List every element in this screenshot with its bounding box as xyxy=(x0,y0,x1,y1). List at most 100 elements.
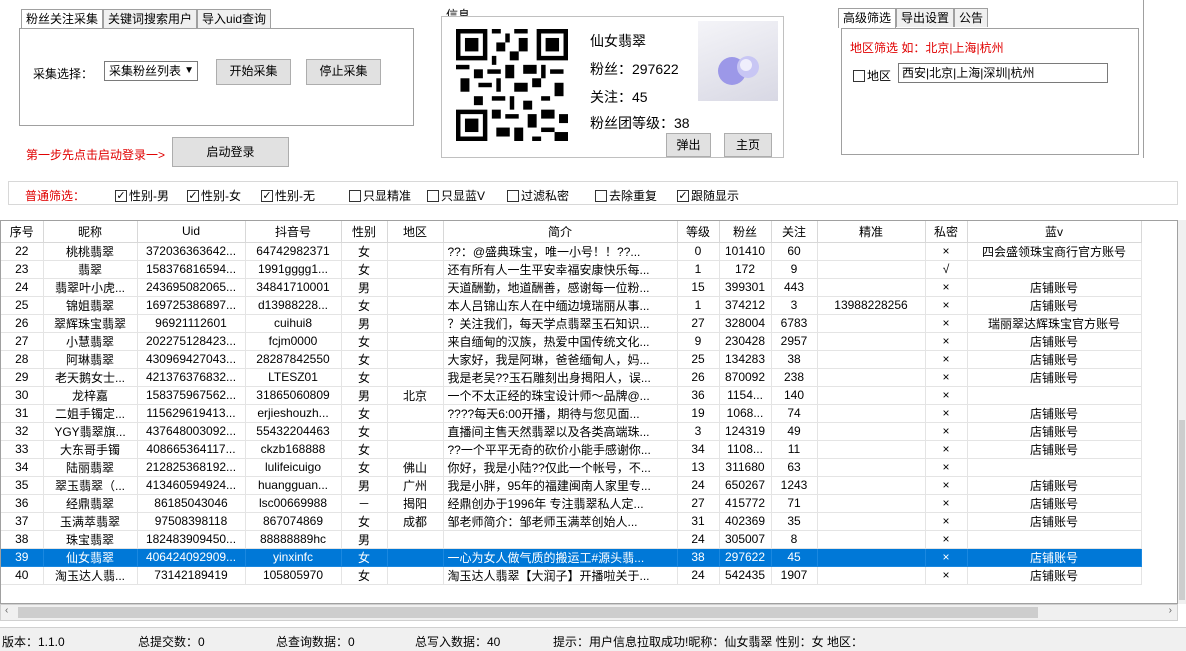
tab-keyword-search[interactable]: 关键词搜索用户 xyxy=(103,9,198,28)
tab-export-settings[interactable]: 导出设置 xyxy=(896,8,955,27)
filter-gender-female[interactable]: ✓ 性别-女 xyxy=(187,187,241,204)
column-header[interactable]: 蓝v xyxy=(967,221,1142,243)
table-cell: ckzb168888 xyxy=(245,440,342,459)
table-cell xyxy=(817,566,926,585)
table-row[interactable]: 37 玉满萃翡翠 97508398118 867074869 女成都 邹老师简介：邹老师玉… xyxy=(1,512,1142,531)
scroll-left-icon[interactable]: ‹ xyxy=(5,605,8,616)
table-cell: 男 xyxy=(341,476,388,495)
table-cell: 115629619413... xyxy=(137,404,246,423)
column-header[interactable]: 关注 xyxy=(771,221,818,243)
table-cell xyxy=(817,530,926,549)
tab-announcement[interactable]: 公告 xyxy=(954,8,989,27)
qr-code-icon xyxy=(456,29,568,141)
table-cell: 仙女翡翠 xyxy=(43,548,138,567)
table-cell: 店铺账号 xyxy=(967,368,1142,387)
table-row[interactable]: 27 小慧翡翠 202275128423... fcjm0000 女 来自缅甸的汉族，热爱… xyxy=(1,332,1142,351)
filter-precise-only[interactable]: 只显精准 xyxy=(349,187,411,204)
home-button[interactable]: 主页 xyxy=(724,133,772,157)
table-cell: 女 xyxy=(341,350,388,369)
table-cell: 38 xyxy=(1,530,44,549)
table-cell xyxy=(387,314,444,333)
start-collect-button[interactable]: 开始采集 xyxy=(216,59,291,85)
table-header: 序号 昵称 Uid 抖音号 性别 地区 简介 等级 粉丝 关注 精准 私密 蓝v xyxy=(1,221,1142,243)
table-cell: 31 xyxy=(1,404,44,423)
filter-follow-display[interactable]: ✓ 跟随显示 xyxy=(677,187,739,204)
tab-advanced-filter[interactable]: 高级筛选 xyxy=(838,8,897,28)
table-cell: 店铺账号 xyxy=(967,476,1142,495)
table-cell xyxy=(387,350,444,369)
table-cell xyxy=(443,530,678,549)
table-cell xyxy=(817,476,926,495)
stop-collect-button[interactable]: 停止采集 xyxy=(306,59,381,85)
region-input[interactable]: 西安|北京|上海|深圳|杭州 xyxy=(898,63,1108,83)
table-cell: × xyxy=(925,494,968,513)
table-row[interactable]: 30 龙梓嘉 158375967562... 31865060809 男北京 一个不太正经… xyxy=(1,386,1142,405)
table-row[interactable]: 34 陆丽翡翠 212825368192... lulifeicuigo 女佛山 你好，我… xyxy=(1,458,1142,477)
popup-button[interactable]: 弹出 xyxy=(666,133,711,157)
control-area: 粉丝关注采集 关键词搜索用户 导入uid查询 采集选择： 采集粉丝列表 ▼ 开始… xyxy=(0,0,1186,210)
scroll-right-icon[interactable]: › xyxy=(1169,605,1172,616)
column-header[interactable]: 昵称 xyxy=(43,221,138,243)
table-row[interactable]: 35 翠玉翡翠（... 413460594924... huangguan... 男广州… xyxy=(1,476,1142,495)
table-cell: cuihui8 xyxy=(245,314,342,333)
column-header[interactable]: 私密 xyxy=(925,221,968,243)
table-cell: 230428 xyxy=(719,332,772,351)
table-cell: 店铺账号 xyxy=(967,422,1142,441)
column-header[interactable]: Uid xyxy=(137,221,246,243)
tab-import-uid[interactable]: 导入uid查询 xyxy=(197,9,272,28)
column-header[interactable]: 等级 xyxy=(677,221,720,243)
table-cell: 374212 xyxy=(719,296,772,315)
column-header[interactable]: 精准 xyxy=(817,221,926,243)
table-row[interactable]: 32 YGY翡翠旗... 437648003092... 55432204463 女 直播… xyxy=(1,422,1142,441)
filter-gender-none[interactable]: ✓ 性别-无 xyxy=(261,187,315,204)
table-cell: 女 xyxy=(341,242,388,261)
checkbox-box: ✓ xyxy=(115,189,127,202)
table-cell: 6783 xyxy=(771,314,818,333)
table-cell: 101410 xyxy=(719,242,772,261)
table-cell: 212825368192... xyxy=(137,458,246,477)
region-checkbox-label: 地区 xyxy=(867,69,892,83)
table-row[interactable]: 38 珠宝翡翠 182483909450... 88888889hc 男 24 305007… xyxy=(1,530,1142,549)
filter-label: 只显精准 xyxy=(363,189,412,203)
scroll-thumb[interactable] xyxy=(18,607,1038,618)
vertical-scrollbar[interactable] xyxy=(1178,220,1186,604)
table-row[interactable]: 39 仙女翡翠 406424092909... yinxinfc 女 一心为女人做气质的搬… xyxy=(1,548,1142,567)
table-cell: 成都 xyxy=(387,512,444,531)
table-row[interactable]: 33 大东哥手镯 408665364117... ckzb168888 女 ??一个平平无… xyxy=(1,440,1142,459)
table-cell: × xyxy=(925,386,968,405)
table-row[interactable]: 23 翡翠 158376816594... 1991gggg1... 女 还有所有人一生平… xyxy=(1,260,1142,279)
start-login-button[interactable]: 启动登录 xyxy=(172,137,289,167)
table-cell: × xyxy=(925,530,968,549)
horizontal-scrollbar[interactable]: ‹ › xyxy=(0,604,1178,621)
table-row[interactable]: 31 二姐手镯定... 115629619413... erjieshouzh... 女… xyxy=(1,404,1142,423)
table-row[interactable]: 28 阿琳翡翠 430969427043... 28287842550 女 大家好，我是阿… xyxy=(1,350,1142,369)
filter-gender-male[interactable]: ✓ 性别-男 xyxy=(115,187,169,204)
filter-bluev-only[interactable]: 只显蓝V xyxy=(427,187,485,204)
table-row[interactable]: 40 淘玉达人翡... 73142189419 105805970 女 淘玉达人翡翠【大润… xyxy=(1,566,1142,585)
collect-mode-select[interactable]: 采集粉丝列表 ▼ xyxy=(104,61,198,81)
column-header[interactable]: 抖音号 xyxy=(245,221,342,243)
region-filter-hint: 地区筛选 如：北京|上海|杭州 xyxy=(850,41,1004,55)
table-cell xyxy=(387,548,444,567)
column-header[interactable]: 序号 xyxy=(1,221,44,243)
column-header[interactable]: 简介 xyxy=(443,221,678,243)
column-header[interactable]: 粉丝 xyxy=(719,221,772,243)
filter-dedupe[interactable]: 去除重复 xyxy=(595,187,657,204)
table-row[interactable]: 25 锦姐翡翠 169725386897... d13988228... 女 本人吕锦山东… xyxy=(1,296,1142,315)
column-header[interactable]: 性别 xyxy=(341,221,388,243)
table-row[interactable]: 29 老天鹅女士... 421376376832... LTESZ01 女 我是老吴??玉… xyxy=(1,368,1142,387)
table-cell: 锦姐翡翠 xyxy=(43,296,138,315)
table-cell: 34 xyxy=(1,458,44,477)
table-cell: 广州 xyxy=(387,476,444,495)
table-cell: 124319 xyxy=(719,422,772,441)
region-checkbox[interactable]: 地区 xyxy=(853,67,891,84)
filter-hide-private[interactable]: 过滤私密 xyxy=(507,187,569,204)
table-row[interactable]: 26 翠辉珠宝翡翠 96921112601 cuihui8 男 ？关注我们，每天学点翡翠玉… xyxy=(1,314,1142,333)
scroll-thumb[interactable] xyxy=(1179,420,1185,600)
table-row[interactable]: 22 桃桃翡翠 372036363642... 64742982371 女 ??：@盛典珠… xyxy=(1,242,1142,261)
table-row[interactable]: 36 经鼎翡翠 86185043046 lsc00669988 －揭阳 经鼎创办于1996… xyxy=(1,494,1142,513)
tab-fans-collect[interactable]: 粉丝关注采集 xyxy=(21,9,104,29)
column-header[interactable]: 地区 xyxy=(387,221,444,243)
user-table: 序号 昵称 Uid 抖音号 性别 地区 简介 等级 粉丝 关注 精准 私密 蓝v… xyxy=(0,220,1178,604)
table-row[interactable]: 24 翡翠叶小虎... 243695082065... 34841710001 男 天道酬… xyxy=(1,278,1142,297)
